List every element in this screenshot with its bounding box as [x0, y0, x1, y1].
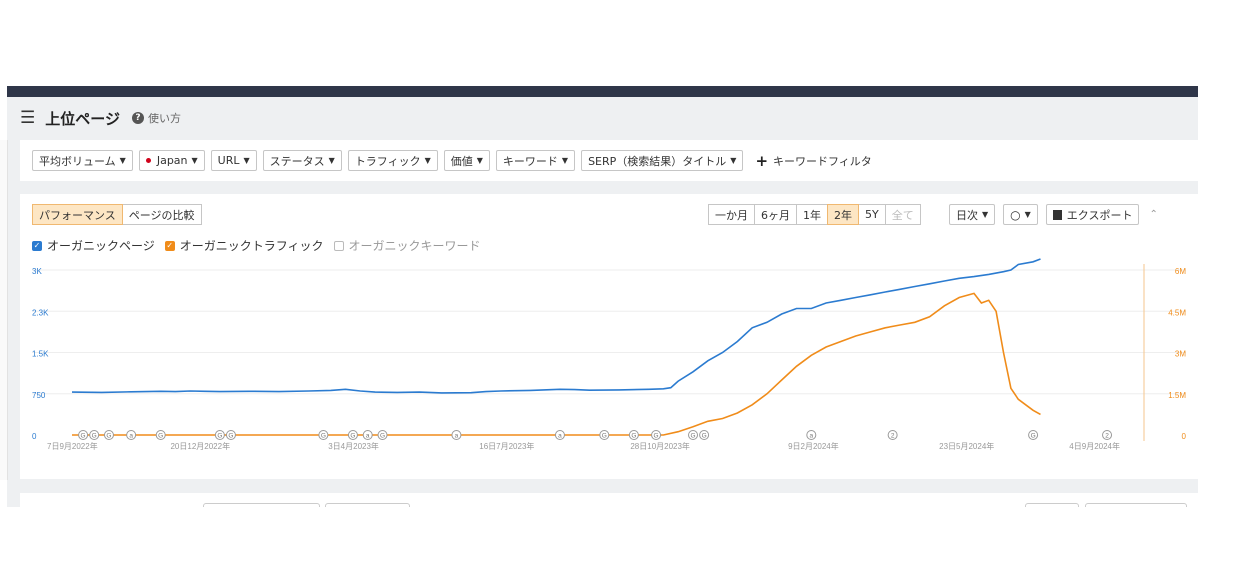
- chevron-down-icon: ▼: [561, 156, 569, 165]
- left-tick-label: 1.5K: [32, 350, 49, 359]
- chevron-down-icon: ▼: [191, 156, 198, 165]
- right-tick-label: 1.5M: [1168, 391, 1186, 400]
- left-tick-label: 750: [32, 391, 46, 400]
- annotation-label: a: [455, 433, 459, 440]
- chevron-down-icon: ▼: [119, 156, 126, 165]
- menu-icon[interactable]: ☰: [20, 109, 35, 127]
- filter-label: 価値: [450, 154, 473, 168]
- x-tick-label: 23日5月2024年: [939, 441, 994, 451]
- annotation-label: a: [558, 433, 562, 440]
- chevron-down-icon: ▼: [730, 156, 737, 165]
- organic-traffic-line: [72, 292, 1041, 436]
- filter-button[interactable]: SERP（検索結果）タイトル ▼: [581, 150, 744, 171]
- right-tick-label: 3M: [1175, 350, 1186, 359]
- right-tick-label: 6M: [1175, 267, 1186, 276]
- annotation-label: G: [602, 433, 607, 440]
- annotation-label: G: [654, 433, 659, 440]
- annotation-label: a: [129, 433, 133, 440]
- filter-bar: 平均ボリューム ▼ Japan ▼ URL ▼ ステータス ▼ トラフィック ▼ 価値 ▼ キーワード ▼…: [20, 140, 1198, 181]
- x-tick-label: 28日10月2023年: [630, 441, 690, 451]
- plus-icon: +: [755, 151, 769, 170]
- filter-list: 平均ボリューム ▼ Japan ▼ URL ▼ ステータス ▼ トラフィック ▼ 価値 ▼ キーワード ▼…: [32, 150, 872, 171]
- filter-label: SERP（検索結果）タイトル: [588, 154, 727, 168]
- range-button[interactable]: 2年: [827, 204, 859, 225]
- help-link[interactable]: 使い方: [148, 110, 181, 126]
- filter-button[interactable]: 価値 ▼: [443, 150, 490, 171]
- filter-button[interactable]: ステータス ▼: [262, 150, 342, 171]
- placeholder-control: [325, 503, 410, 507]
- left-tick-label: 0: [32, 432, 37, 441]
- chevron-down-icon: ▼: [476, 156, 483, 165]
- country-flag-icon: [145, 158, 151, 163]
- traffic-chart: 0 0 750 1.5M 1.5K 3M 2.3K 4.5M 3K 6M 7日9月2022年 20日1…: [32, 258, 1187, 451]
- next-section-card: [20, 493, 1198, 507]
- annotation-label: G: [631, 433, 636, 440]
- filter-button[interactable]: トラフィック ▼: [347, 150, 438, 171]
- top-nav-bar: [7, 86, 1198, 97]
- annotation-label: G: [350, 433, 355, 440]
- filter-button[interactable]: 平均ボリューム ▼: [32, 150, 133, 171]
- annotation-label: G: [217, 433, 222, 440]
- annotation-label: G: [158, 433, 163, 440]
- right-tick-label: 4.5M: [1168, 308, 1186, 317]
- filter-button[interactable]: Japan ▼: [138, 150, 205, 171]
- annotation-label: G: [81, 433, 86, 440]
- page-header: ☰ 上位ページ ? 使い方: [20, 108, 181, 128]
- right-tick-label: 0: [1182, 432, 1187, 441]
- x-tick-label: 3日4月2023年: [328, 441, 379, 451]
- filter-label: Japan: [156, 154, 188, 167]
- annotation-label: G: [690, 433, 695, 440]
- annotation-label: 2: [891, 433, 895, 440]
- chevron-down-icon: ▼: [243, 156, 250, 165]
- annotation-label: a: [366, 433, 370, 440]
- annotation-label: G: [380, 433, 385, 440]
- left-edge-panel: [0, 140, 8, 480]
- x-tick-label: 4日9月2024年: [1069, 441, 1120, 451]
- filter-label: URL: [217, 154, 240, 167]
- x-tick-label: 20日12月2022年: [170, 441, 230, 451]
- x-tick-label: 7日9月2022年: [47, 441, 98, 451]
- placeholder-control: [1025, 503, 1079, 507]
- filter-label: キーワード: [502, 154, 558, 168]
- annotation-label: G: [702, 433, 707, 440]
- annotation-label: G: [321, 433, 326, 440]
- annotation-label: 2: [1105, 433, 1109, 440]
- annotation-label: G: [228, 433, 233, 440]
- filter-label: トラフィック: [354, 154, 421, 168]
- x-tick-label: 9日2月2024年: [788, 441, 839, 451]
- x-tick-label: 16日7月2023年: [479, 441, 534, 451]
- filter-button[interactable]: キーワード ▼: [495, 150, 576, 171]
- filter-label: 平均ボリューム: [39, 154, 116, 168]
- page-title: 上位ページ: [45, 109, 120, 128]
- performance-chart-card: パフォーマンス ページの比較 一か月 6ヶ月 1年 2年 5Y 全て 日次 ▼ ○ ▼ エクスポ…: [20, 194, 1198, 479]
- chevron-down-icon: ▼: [424, 156, 431, 165]
- keyword-filter-button[interactable]: + キーワードフィルタ: [749, 152, 871, 170]
- placeholder-control: [203, 503, 320, 507]
- annotation-label: G: [106, 433, 111, 440]
- keyword-filter-label: キーワードフィルタ: [773, 154, 872, 168]
- annotation-label: a: [809, 433, 813, 440]
- left-tick-label: 2.3K: [32, 308, 49, 317]
- left-tick-label: 3K: [32, 267, 42, 276]
- filter-button[interactable]: URL ▼: [210, 150, 257, 171]
- chevron-down-icon: ▼: [328, 156, 335, 165]
- annotation-label: G: [92, 433, 97, 440]
- annotation-label: G: [1031, 433, 1036, 440]
- help-icon[interactable]: ?: [131, 112, 144, 124]
- filter-label: ステータス: [269, 154, 325, 168]
- placeholder-control: [1085, 503, 1187, 507]
